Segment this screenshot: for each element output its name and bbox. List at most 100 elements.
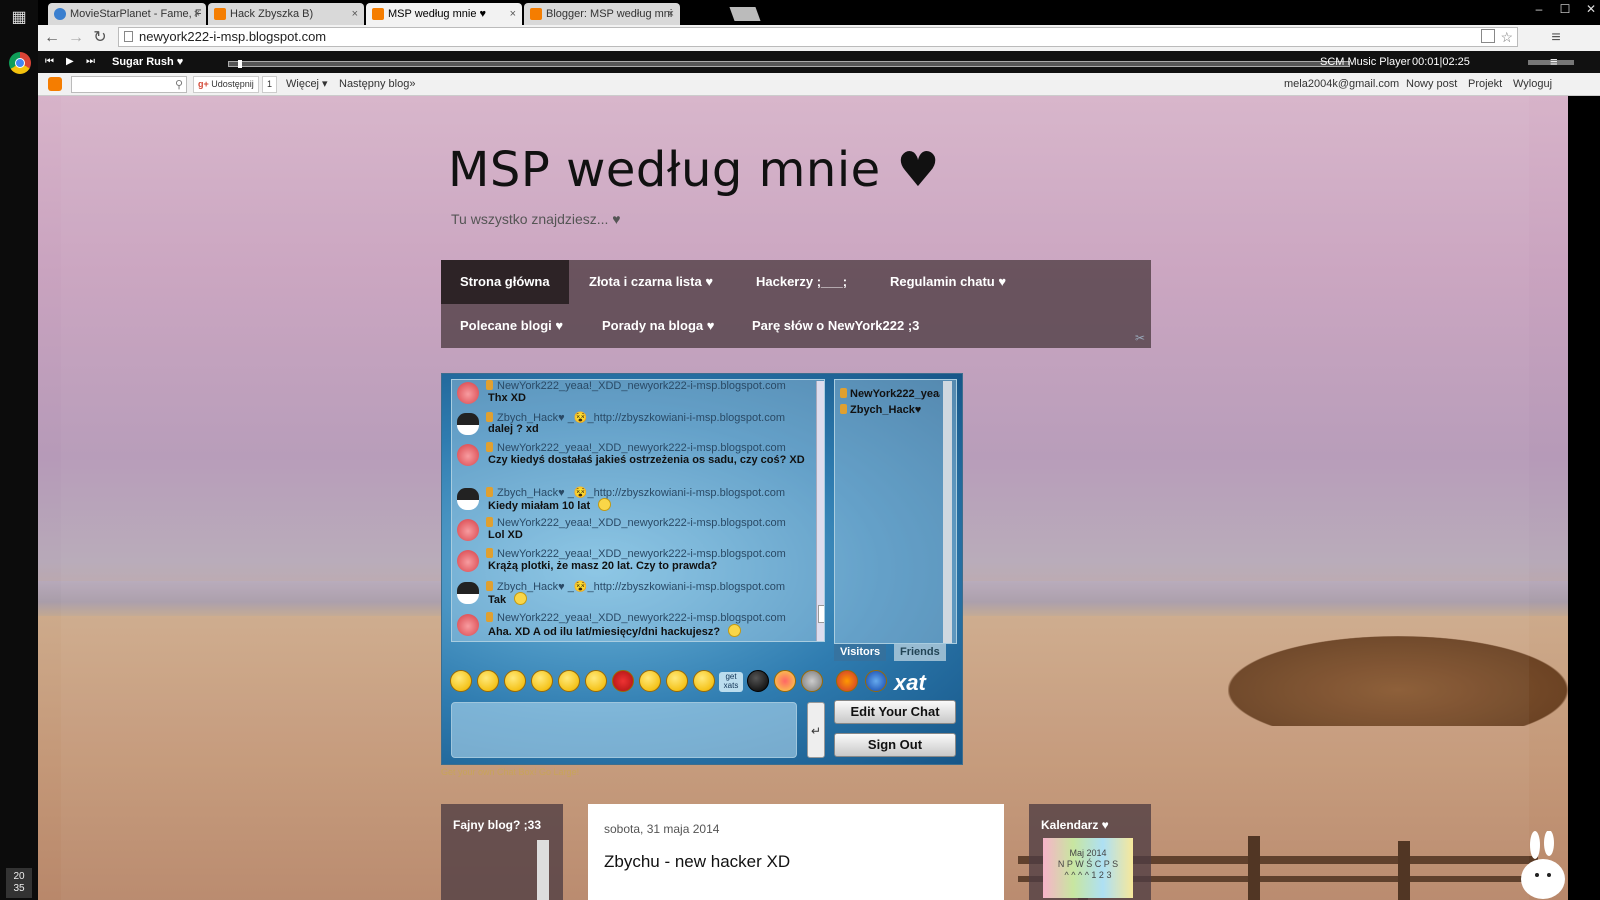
chat-scroll-thumb[interactable] [818, 605, 824, 623]
chat-user-list[interactable]: NewYork222_yeaa Zbych_Hack♥ [834, 379, 957, 644]
help-icon[interactable] [865, 670, 887, 692]
tab-close-icon[interactable]: × [510, 3, 516, 25]
player-menu-icon[interactable]: ≡ [1550, 51, 1558, 73]
chat-user[interactable]: Zbych_Hack♥ [840, 404, 940, 416]
menu-item-hackers[interactable]: Hackerzy ;___; [737, 260, 866, 304]
sound-icon[interactable] [801, 670, 823, 692]
smiley-wink-icon[interactable] [504, 670, 526, 692]
tab-close-icon[interactable]: × [352, 3, 358, 25]
chrome-icon[interactable] [9, 52, 31, 74]
minimize-button[interactable]: – [1526, 2, 1552, 16]
pig-avatar-icon[interactable] [457, 550, 479, 572]
tab-hack-zbyszka[interactable]: Hack Zbyszka B) × [208, 3, 364, 25]
pig-avatar-icon[interactable] [457, 444, 479, 466]
edit-chat-button[interactable]: Edit Your Chat [834, 700, 956, 724]
back-button[interactable]: ← [42, 29, 62, 47]
tab-close-icon[interactable]: × [194, 3, 200, 25]
search-icon[interactable]: ⚲ [175, 74, 183, 96]
get-xats-button[interactable]: get xats [719, 672, 743, 692]
logout-link[interactable]: Wyloguj [1513, 73, 1552, 95]
maximize-button[interactable]: ☐ [1552, 2, 1578, 16]
previous-track-icon[interactable]: ⏮ [45, 51, 54, 73]
menu-item-home[interactable]: Strona główna [441, 260, 569, 304]
smiley-tongue-icon[interactable] [558, 670, 580, 692]
menu-item-about[interactable]: Parę słów o NewYork222 ;3 [733, 304, 938, 348]
tab-moviestarplanet[interactable]: MovieStarPlanet - Fame, F × [48, 3, 206, 25]
post-title[interactable]: Zbychu - new hacker XD [604, 852, 790, 872]
menu-item-chat-rules[interactable]: Regulamin chatu ♥ [871, 260, 1025, 304]
next-track-icon[interactable]: ⏭ [86, 51, 95, 73]
gplus-icon: g+ [198, 79, 209, 89]
play-icon[interactable]: ▶ [66, 51, 74, 73]
menu-item-recommended-blogs[interactable]: Polecane blogi ♥ [441, 304, 582, 348]
message-body: Thx XD [488, 392, 526, 404]
tab-msp-wedlug-mnie[interactable]: MSP według mnie ♥ × [366, 3, 522, 25]
forward-button[interactable]: → [66, 29, 86, 47]
pig-avatar-icon[interactable] [457, 614, 479, 636]
progress-knob[interactable] [237, 60, 242, 68]
edit-widget-icon[interactable]: ✂ [1135, 331, 1145, 345]
member-pin-icon [486, 412, 493, 422]
music-progress-bar[interactable] [228, 60, 1350, 68]
chat-messages[interactable]: NewYork222_yeaa!_XDD_newyork222-i-msp.bl… [451, 379, 825, 642]
new-post-link[interactable]: Nowy post [1406, 73, 1457, 95]
pig-avatar-icon[interactable] [457, 519, 479, 541]
widget-scrollbar[interactable] [537, 840, 549, 900]
calendar[interactable]: Maj 2014 N P W Ś C P S ^ ^ ^ ^ 1 2 3 [1043, 838, 1133, 898]
menu-item-gold-black-list[interactable]: Złota i czarna lista ♥ [570, 260, 732, 304]
pig-avatar-icon[interactable] [457, 382, 479, 404]
xat-logo[interactable]: xat [894, 670, 926, 696]
smiley-cool-icon[interactable] [585, 670, 607, 692]
tab-visitors[interactable]: Visitors [834, 644, 887, 661]
smiley-worried-icon[interactable] [666, 670, 688, 692]
user-list-scrollbar[interactable] [943, 381, 952, 643]
message-author[interactable]: NewYork222_yeaa!_XDD_newyork222-i-msp.bl… [486, 612, 786, 624]
blogger-logo-icon[interactable] [48, 77, 62, 91]
tab-close-icon[interactable]: × [668, 3, 674, 25]
gplus-share-button[interactable]: g+ Udostępnij [193, 76, 259, 93]
users-icon[interactable] [836, 670, 858, 692]
new-tab-button[interactable] [729, 7, 761, 21]
tab-friends[interactable]: Friends [894, 644, 946, 661]
apps-grid-icon[interactable]: ▦ [10, 9, 28, 27]
chrome-menu-icon[interactable]: ≡ [1546, 29, 1566, 47]
member-pin-icon [486, 487, 493, 497]
message-author[interactable]: NewYork222_yeaa!_XDD_newyork222-i-msp.bl… [486, 442, 786, 454]
eight-ball-icon[interactable] [747, 670, 769, 692]
smiley-confused-icon[interactable] [693, 670, 715, 692]
smiley-surprised-icon[interactable] [531, 670, 553, 692]
message-author[interactable]: NewYork222_yeaa!_XDD_newyork222-i-msp.bl… [486, 380, 786, 392]
author-name: NewYork222_yeaa!_XDD_newyork222-i-msp.bl… [497, 517, 786, 529]
menu-item-blog-tips[interactable]: Porady na bloga ♥ [583, 304, 733, 348]
tab-label: MSP według mnie ♥ [388, 8, 487, 20]
more-dropdown[interactable]: Więcej ▾ [286, 73, 328, 95]
penguin-avatar-icon[interactable] [457, 488, 479, 510]
message-author[interactable]: NewYork222_yeaa!_XDD_newyork222-i-msp.bl… [486, 517, 786, 529]
sign-out-button[interactable]: Sign Out [834, 733, 956, 757]
reload-button[interactable]: ↻ [90, 29, 110, 47]
bookmark-star-icon[interactable]: ☆ [1500, 28, 1513, 46]
penguin-avatar-icon[interactable] [457, 582, 479, 604]
smiley-smile-icon[interactable] [450, 670, 472, 692]
close-window-button[interactable]: ✕ [1578, 2, 1600, 16]
tab-blogger-dashboard[interactable]: Blogger: MSP według mni × [524, 3, 680, 25]
smiley-grin-icon[interactable] [477, 670, 499, 692]
send-button[interactable]: ↵ [807, 702, 825, 758]
extension-icon[interactable] [1481, 29, 1495, 43]
smiley-more-icon[interactable] [774, 670, 796, 692]
get-chat-link[interactable]: Get your own Chat Box! Go Large! [441, 767, 579, 777]
smiley-sad-icon[interactable] [639, 670, 661, 692]
blog-title[interactable]: MSP według mnie ♥ [448, 142, 940, 198]
next-blog-link[interactable]: Następny blog» [339, 73, 415, 95]
smiley-angry-icon[interactable] [612, 670, 634, 692]
blog-search-input[interactable]: ⚲ [71, 76, 187, 93]
chat-scrollbar[interactable] [816, 381, 824, 641]
penguin-avatar-icon[interactable] [457, 413, 479, 435]
message-body: dalej ? xd [488, 423, 539, 435]
address-bar[interactable]: newyork222-i-msp.blogspot.com ☆ [118, 27, 1518, 47]
message-author[interactable]: NewYork222_yeaa!_XDD_newyork222-i-msp.bl… [486, 548, 786, 560]
design-link[interactable]: Projekt [1468, 73, 1502, 95]
chat-user[interactable]: NewYork222_yeaa [840, 388, 940, 400]
user-email[interactable]: mela2004k@gmail.com [1284, 73, 1399, 95]
chat-message-input[interactable] [451, 702, 797, 758]
